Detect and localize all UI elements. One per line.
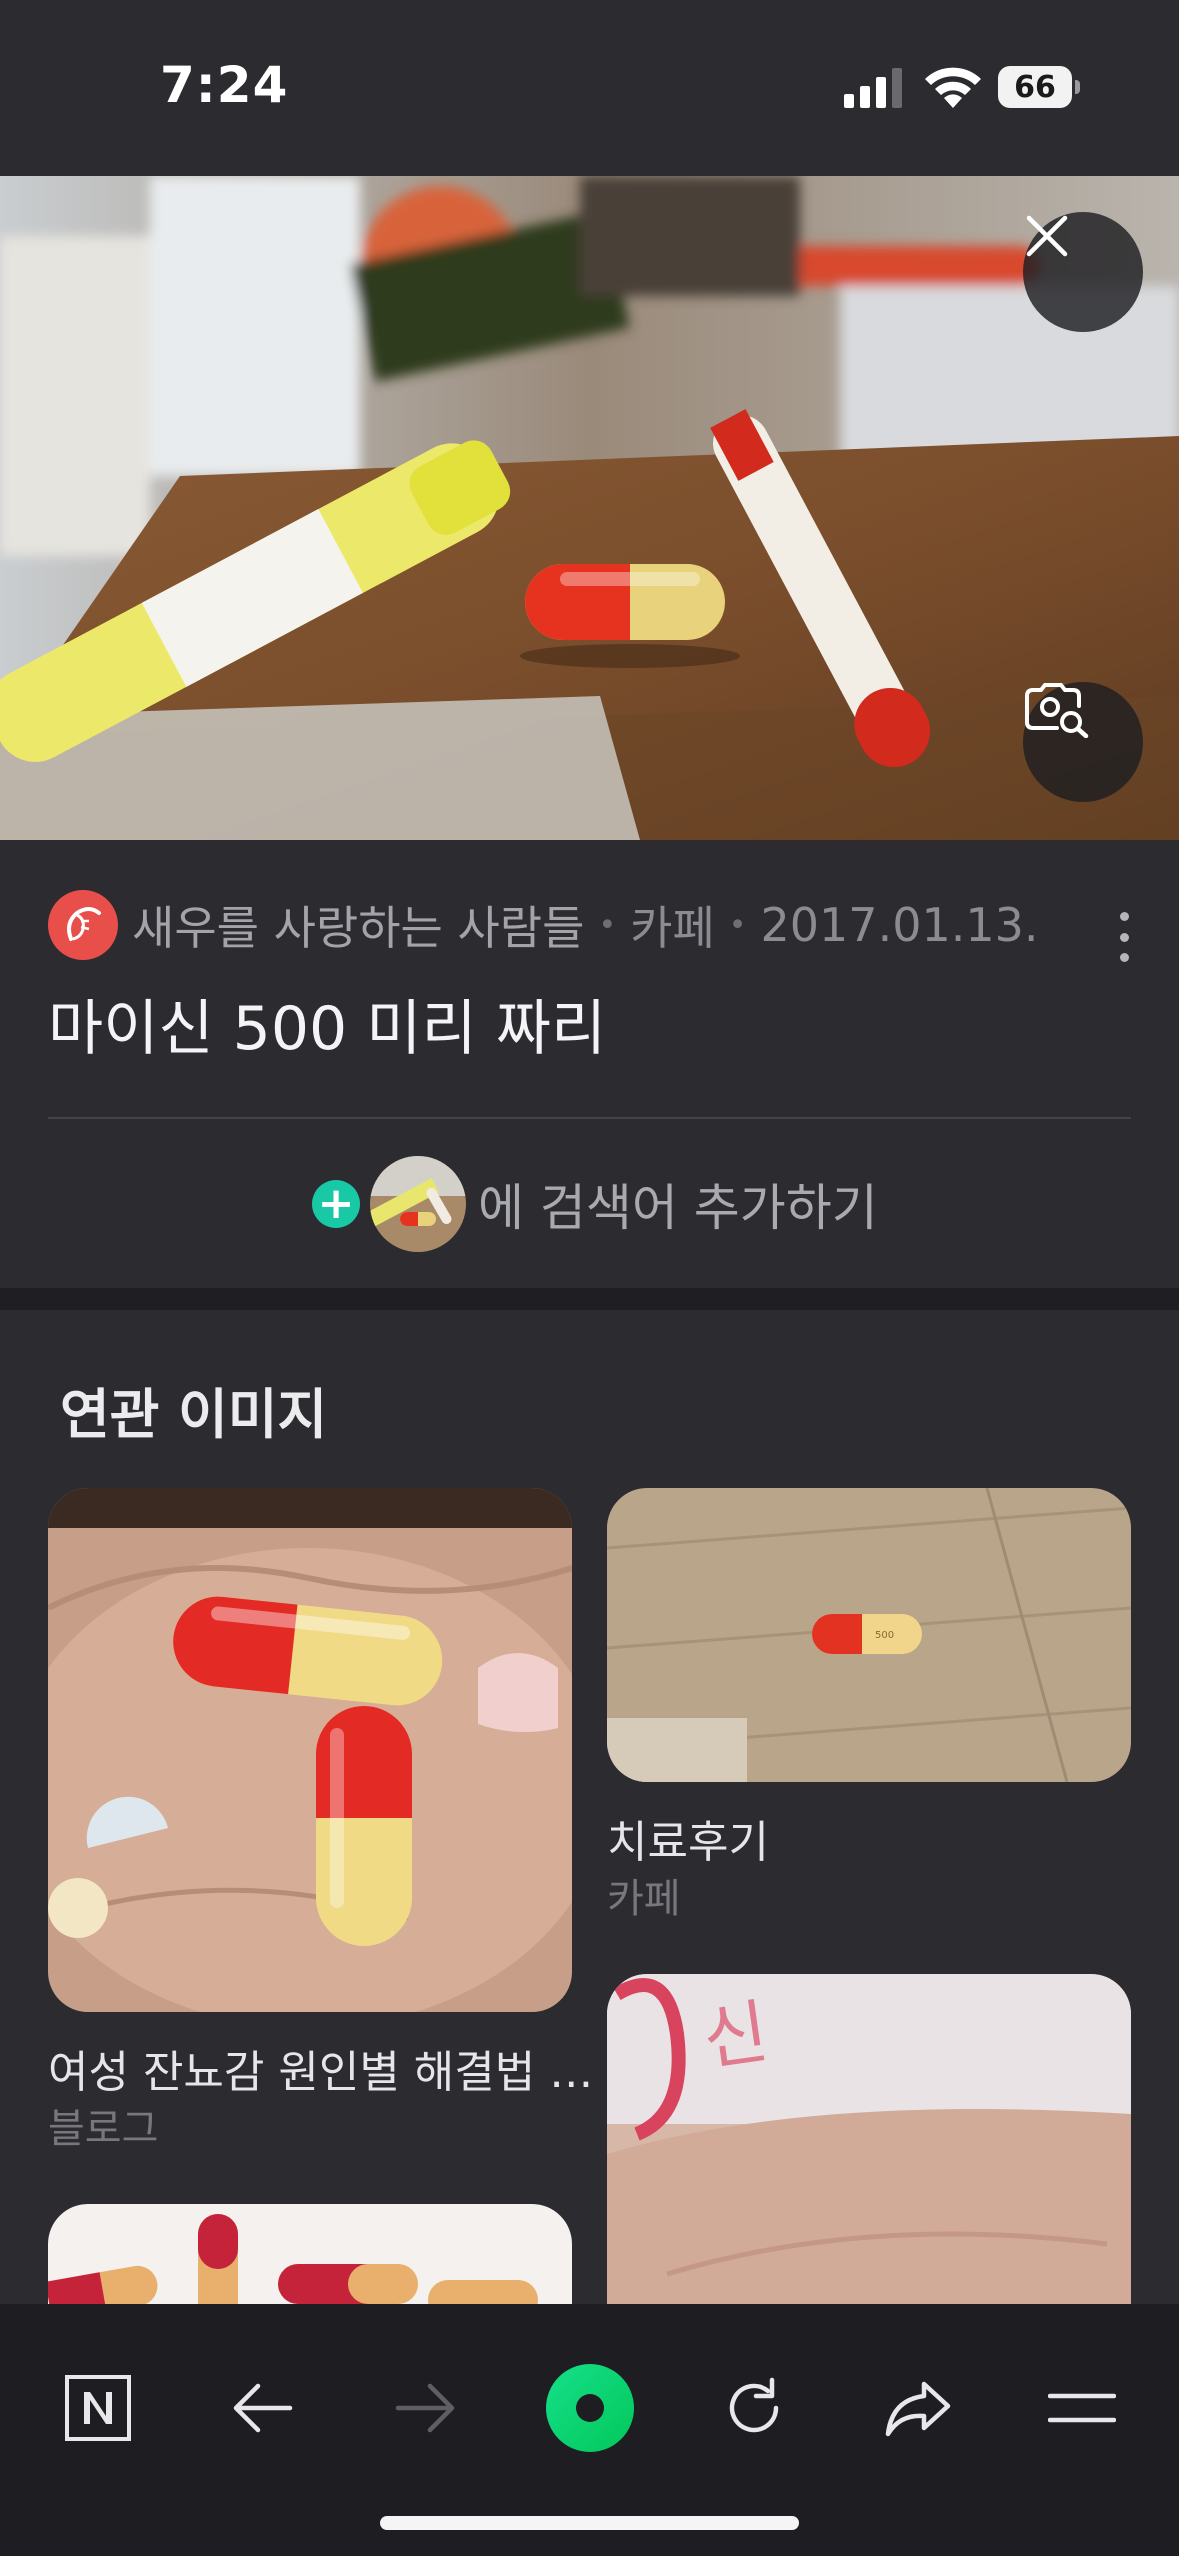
add-search-term-button[interactable]: + 에 검색어 추가하기 xyxy=(312,1156,878,1252)
divider xyxy=(48,1117,1131,1119)
separator-dot: • xyxy=(598,907,617,943)
capsule-photo xyxy=(0,176,1179,840)
more-vertical-icon xyxy=(1119,953,1129,962)
menu-button[interactable] xyxy=(1022,2348,1142,2468)
source-name: 새우를 사랑하는 사람들 xyxy=(132,901,585,955)
related-image-1[interactable] xyxy=(48,1488,572,2012)
share-icon xyxy=(885,2381,951,2437)
related-image-2[interactable]: 500 xyxy=(607,1488,1131,1782)
arrow-left-icon xyxy=(233,2383,293,2433)
related-caption-1[interactable]: 여성 잔뇨감 원인별 해결법 … xyxy=(48,2036,593,2100)
green-circle-icon xyxy=(546,2364,634,2452)
back-button[interactable] xyxy=(202,2348,322,2468)
forward-button[interactable] xyxy=(366,2348,486,2468)
source-type: 카페 xyxy=(630,901,715,955)
add-search-label: 에 검색어 추가하기 xyxy=(478,1179,878,1237)
post-date: 2017.01.13. xyxy=(760,898,1039,952)
arrow-right-icon xyxy=(395,2383,455,2433)
battery-nub xyxy=(1075,80,1080,94)
image-viewer-page: 7:24 66 새우를 사랑하는 사람들 • 카페 • 2017.01.13. … xyxy=(0,0,1179,2556)
battery-indicator: 66 xyxy=(998,66,1080,108)
menu-icon xyxy=(1048,2393,1116,2423)
close-button[interactable] xyxy=(1023,212,1143,332)
related-source-2: 카페 xyxy=(607,1876,681,1922)
shrimp-icon xyxy=(67,907,101,941)
more-vertical-icon xyxy=(1119,912,1129,921)
more-options-button[interactable] xyxy=(1104,902,1144,972)
cafe-avatar xyxy=(48,890,118,960)
svg-text:신: 신 xyxy=(698,1991,773,2081)
share-button[interactable] xyxy=(858,2348,978,2468)
svg-text:500: 500 xyxy=(875,1630,894,1641)
separator-dot: • xyxy=(728,907,747,943)
cellular-signal-icon xyxy=(844,68,902,108)
close-icon xyxy=(1026,215,1068,257)
more-vertical-icon xyxy=(1119,932,1129,942)
image-search-icon xyxy=(1025,683,1089,738)
plus-icon: + xyxy=(312,1180,360,1228)
wifi-icon xyxy=(925,67,981,108)
battery-level: 66 xyxy=(998,66,1072,108)
post-title[interactable]: 마이신 500 미리 짜리 xyxy=(48,980,606,1067)
related-images-title: 연관 이미지 xyxy=(60,1383,328,1446)
status-bar: 7:24 66 xyxy=(0,0,1179,176)
main-image[interactable] xyxy=(0,176,1179,840)
source-row[interactable]: 새우를 사랑하는 사람들 • 카페 • 2017.01.13. xyxy=(48,890,1138,960)
related-caption-2[interactable]: 치료후기 xyxy=(607,1806,769,1870)
related-source-1: 블로그 xyxy=(48,2106,159,2152)
refresh-icon xyxy=(729,2377,779,2433)
naver-n-icon xyxy=(65,2375,131,2441)
green-dot-button[interactable] xyxy=(530,2348,650,2468)
section-separator xyxy=(0,1288,1179,1310)
home-indicator[interactable] xyxy=(380,2516,799,2530)
image-search-button[interactable] xyxy=(1023,682,1143,802)
naver-home-button[interactable] xyxy=(38,2348,158,2468)
status-time: 7:24 xyxy=(160,56,289,114)
refresh-button[interactable] xyxy=(694,2348,814,2468)
search-thumbnail xyxy=(370,1156,466,1252)
image-info-panel: 새우를 사랑하는 사람들 • 카페 • 2017.01.13. 마이신 500 … xyxy=(0,840,1179,1288)
